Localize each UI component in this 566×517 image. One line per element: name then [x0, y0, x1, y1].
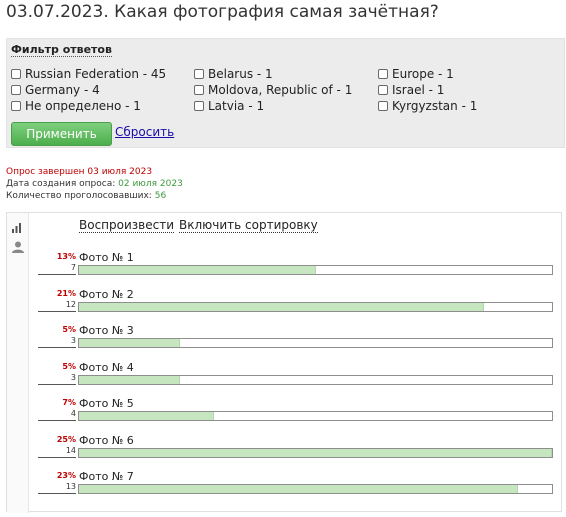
poll-votes-line: Количество проголосовавших: 56: [6, 191, 166, 201]
result-bar-fill: [79, 485, 518, 493]
result-bar-fill: [79, 376, 180, 384]
play-link[interactable]: Воспроизвести: [79, 219, 174, 233]
enable-sorting-link[interactable]: Включить сортировку: [179, 219, 318, 233]
poll-closed-label: Опрос завершен: [6, 167, 85, 177]
filter-option-label: Kyrgyzstan - 1: [392, 98, 478, 113]
result-option-label: Фото № 7: [79, 470, 134, 483]
result-bar-track: [78, 448, 553, 458]
result-option-label: Фото № 2: [79, 288, 134, 301]
result-count: 14: [65, 446, 76, 455]
result-count: 13: [65, 482, 76, 491]
result-bar-track: [78, 302, 553, 312]
result-row: 21% 12 Фото № 2: [7, 286, 563, 318]
bar-chart-icon[interactable]: [12, 221, 24, 233]
filter-option-label: Moldova, Republic of - 1: [208, 82, 353, 97]
filter-option-kyrgyzstan[interactable]: Kyrgyzstan - 1: [378, 98, 477, 113]
filter-title: Фильтр ответов: [11, 43, 112, 57]
result-percent: 7%: [62, 398, 76, 407]
poll-created-label: Дата создания опроса:: [6, 179, 116, 189]
poll-votes-label: Количество проголосовавших:: [6, 191, 152, 201]
filter-option-label: Belarus - 1: [208, 66, 273, 81]
filter-option-label: Не определено - 1: [25, 98, 141, 113]
apply-button[interactable]: Применить: [11, 122, 112, 146]
result-bar-track: [78, 338, 553, 348]
result-divider: [38, 457, 76, 458]
poll-closed-line: Опрос завершен 03 июля 2023: [6, 167, 152, 177]
poll-created-date: 02 июля 2023: [118, 179, 183, 189]
checkbox[interactable]: [194, 100, 204, 111]
page-title: 03.07.2023. Какая фотография самая зачёт…: [6, 2, 439, 22]
result-percent: 25%: [56, 435, 76, 444]
filter-option-russian-federation[interactable]: Russian Federation - 45: [11, 66, 166, 81]
result-divider: [38, 493, 76, 494]
result-bar-fill: [79, 303, 484, 311]
filter-option-europe[interactable]: Europe - 1: [378, 66, 454, 81]
filter-option-belarus[interactable]: Belarus - 1: [194, 66, 273, 81]
result-count: 4: [70, 409, 76, 418]
result-percent: 5%: [62, 362, 76, 371]
result-bar-fill: [79, 412, 214, 420]
result-count: 7: [70, 263, 76, 272]
checkbox[interactable]: [378, 84, 388, 95]
result-bar-fill: [79, 266, 316, 274]
result-bar-fill: [79, 339, 180, 347]
filter-option-label: Latvia - 1: [208, 98, 265, 113]
result-bar-track: [78, 484, 553, 494]
checkbox[interactable]: [378, 68, 388, 79]
poll-created-line: Дата создания опроса: 02 июля 2023: [6, 179, 183, 189]
result-row: 25% 14 Фото № 6: [7, 432, 563, 464]
filter-option-latvia[interactable]: Latvia - 1: [194, 98, 264, 113]
poll-closed-date: 03 июля 2023: [87, 167, 153, 177]
checkbox[interactable]: [11, 84, 21, 95]
answer-filter-panel: Фильтр ответов Russian Federation - 45 B…: [6, 38, 565, 148]
result-row: 13% 7 Фото № 1: [7, 249, 563, 281]
result-divider: [38, 311, 76, 312]
result-option-label: Фото № 4: [79, 361, 134, 374]
result-bar-track: [78, 411, 553, 421]
filter-option-label: Russian Federation - 45: [25, 66, 167, 81]
result-option-label: Фото № 5: [79, 397, 134, 410]
filter-option-germany[interactable]: Germany - 4: [11, 82, 100, 97]
result-row: 23% 13 Фото № 7: [7, 468, 563, 500]
reset-link[interactable]: Сбросить: [115, 125, 174, 139]
result-divider: [38, 384, 76, 385]
results-panel: Воспроизвести Включить сортировку 13% 7 Фо…: [6, 212, 563, 513]
result-bar-fill: [79, 449, 552, 457]
result-option-label: Фото № 1: [79, 251, 134, 264]
poll-votes-count: 56: [154, 191, 167, 201]
filter-option-label: Germany - 4: [25, 82, 100, 97]
result-bar-track: [78, 375, 553, 385]
result-option-label: Фото № 3: [79, 324, 134, 337]
result-count: 3: [70, 336, 76, 345]
filter-option-label: Israel - 1: [392, 82, 445, 97]
result-percent: 13%: [56, 252, 76, 261]
result-option-label: Фото № 6: [79, 434, 134, 447]
checkbox[interactable]: [11, 68, 21, 79]
result-divider: [38, 274, 76, 275]
filter-option-undetermined[interactable]: Не определено - 1: [11, 98, 141, 113]
result-divider: [38, 347, 76, 348]
result-percent: 21%: [56, 289, 76, 298]
checkbox[interactable]: [11, 100, 21, 111]
filter-option-moldova[interactable]: Moldova, Republic of - 1: [194, 82, 352, 97]
result-row: 5% 3 Фото № 4: [7, 359, 563, 391]
result-row: 7% 4 Фото № 5: [7, 395, 563, 427]
result-percent: 5%: [62, 325, 76, 334]
result-count: 12: [65, 300, 76, 309]
result-divider: [38, 420, 76, 421]
result-percent: 23%: [56, 471, 76, 480]
filter-option-label: Europe - 1: [392, 66, 454, 81]
checkbox[interactable]: [194, 68, 204, 79]
result-count: 3: [70, 373, 76, 382]
filter-option-israel[interactable]: Israel - 1: [378, 82, 444, 97]
checkbox[interactable]: [378, 100, 388, 111]
checkbox[interactable]: [194, 84, 204, 95]
result-bar-track: [78, 265, 553, 275]
result-row: 5% 3 Фото № 3: [7, 322, 563, 354]
